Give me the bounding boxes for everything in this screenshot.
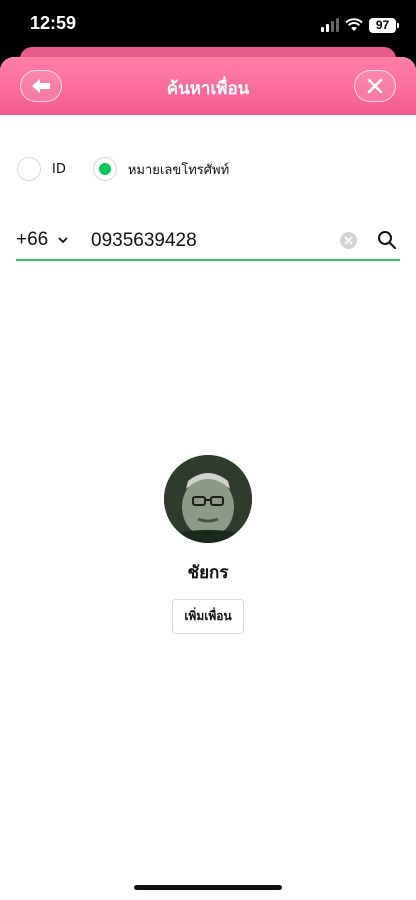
chevron-down-icon <box>58 237 68 243</box>
close-icon <box>367 78 383 94</box>
profile-photo <box>164 455 252 543</box>
phone-search-field: +66 <box>16 227 400 261</box>
avatar <box>164 455 252 543</box>
search-button[interactable] <box>377 230 397 254</box>
radio-id-label: ID <box>52 161 66 177</box>
search-type-selector: ID หมายเลขโทรศัพท์ <box>17 157 229 181</box>
add-friend-button[interactable]: เพิ่มเพื่อน <box>172 599 244 634</box>
close-button[interactable] <box>354 70 396 102</box>
search-icon <box>378 231 397 250</box>
phone-number-input[interactable] <box>91 227 331 255</box>
header: ค้นหาเพื่อน <box>0 57 416 115</box>
status-icons: 97 <box>321 15 399 35</box>
user-name: ชัยกร <box>187 563 229 583</box>
home-indicator[interactable] <box>134 885 282 890</box>
radio-id[interactable] <box>17 157 41 181</box>
status-bar: 12:59 97 <box>0 0 416 50</box>
search-friend-sheet: ค้นหาเพื่อน ID หมายเลขโทรศัพท์ +66 09356… <box>0 57 416 900</box>
radio-phone-number-label: หมายเลขโทรศัพท์ <box>127 162 230 178</box>
radio-phone-number[interactable] <box>92 157 117 181</box>
battery-icon: 97 <box>369 17 399 33</box>
status-time: 12:59 <box>30 13 77 33</box>
clear-button[interactable] <box>340 232 357 249</box>
radio-selected-dot <box>98 163 111 175</box>
country-code-selector[interactable]: +66 <box>16 229 68 251</box>
clear-icon <box>344 236 353 245</box>
country-code: +66 <box>16 229 49 250</box>
cellular-signal-icon <box>321 18 339 32</box>
wifi-icon <box>345 18 363 31</box>
